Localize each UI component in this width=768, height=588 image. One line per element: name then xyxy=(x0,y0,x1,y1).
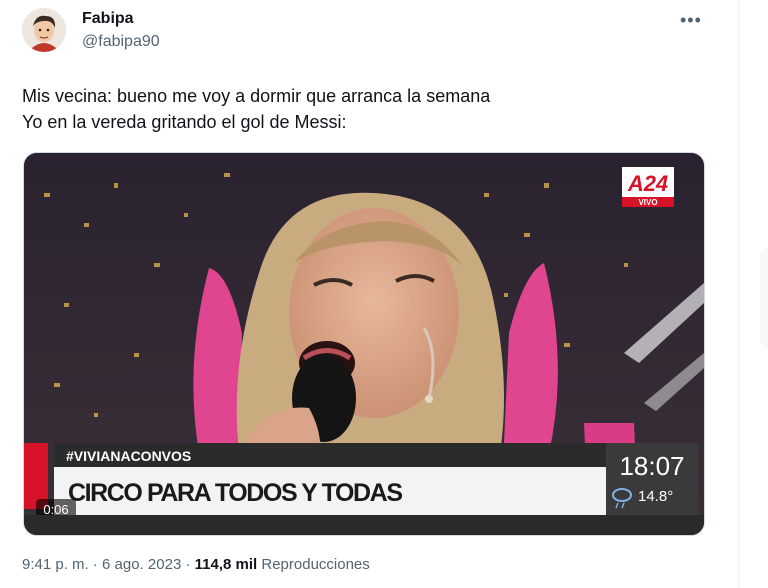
show-hashtag: #VIVIANACONVOS xyxy=(66,448,191,464)
tweet-time[interactable]: 9:41 p. m. xyxy=(22,556,89,573)
avatar-cartoon-icon xyxy=(22,8,66,52)
views-count: 114,8 mil xyxy=(194,556,258,573)
meta-separator-2: · xyxy=(185,556,191,573)
tweet-meta: 9:41 p. m. · 6 ago. 2023 · 114,8 mil Rep… xyxy=(22,556,370,573)
channel-live-tag: VIVO xyxy=(638,198,657,207)
views-label: Reproducciones xyxy=(261,556,370,573)
temperature: 14.8° xyxy=(638,488,673,505)
sidebar-card-edge xyxy=(760,248,768,348)
tweet-date[interactable]: 6 ago. 2023 xyxy=(102,556,181,573)
tweet: Fabipa @fabipa90 ••• Mis vecina: bueno m… xyxy=(0,0,738,588)
tweet-text-line-1: Mis vecina: bueno me voy a dormir que ar… xyxy=(22,86,491,106)
column-divider xyxy=(738,0,739,588)
avatar[interactable] xyxy=(22,8,66,52)
video-player[interactable]: A24 VIVO #VIVIANACONVOS CIRCO PARA TODOS… xyxy=(23,152,705,536)
more-icon[interactable]: ••• xyxy=(680,10,702,31)
video-timestamp: 0:06 xyxy=(43,502,68,517)
video-frame: A24 VIVO #VIVIANACONVOS CIRCO PARA TODOS… xyxy=(24,153,704,535)
headline: CIRCO PARA TODOS Y TODAS xyxy=(68,479,403,507)
channel-logo: A24 xyxy=(627,171,668,196)
meta-separator: · xyxy=(92,556,98,573)
clock: 18:07 xyxy=(619,451,684,481)
author-name[interactable]: Fabipa xyxy=(82,10,134,28)
tweet-text-line-2: Yo en la vereda gritando el gol de Messi… xyxy=(22,112,347,132)
author-handle[interactable]: @fabipa90 xyxy=(82,33,160,51)
